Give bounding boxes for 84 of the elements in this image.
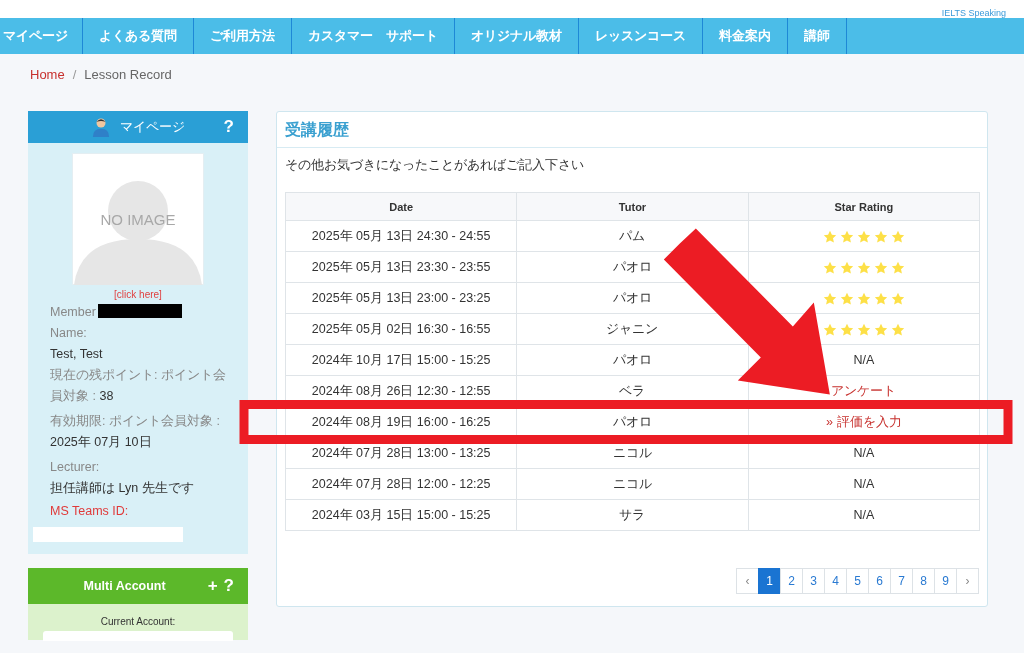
panel-title: マイページ bbox=[119, 118, 185, 136]
add-icon[interactable]: + bbox=[207, 577, 218, 595]
card-title: 受講履歴 bbox=[277, 112, 987, 148]
star-icon bbox=[839, 323, 854, 337]
star-icon bbox=[873, 230, 888, 244]
help-icon[interactable]: ? bbox=[223, 118, 234, 136]
star-icon bbox=[822, 292, 837, 306]
nav-item[interactable]: オリジナル教材 bbox=[455, 18, 579, 54]
placeholder-text: NO IMAGE bbox=[100, 210, 176, 228]
column-header: Tutor bbox=[516, 192, 749, 221]
breadcrumb-link[interactable]: Home bbox=[30, 67, 65, 82]
header-link[interactable]: IELTS Speaking bbox=[941, 8, 1006, 18]
table-cell: 2025年 05月 13日 23:30 - 23:55 bbox=[285, 251, 517, 283]
page-link[interactable]: › bbox=[956, 568, 979, 594]
info-label: Lecturer: bbox=[50, 460, 100, 474]
nav-item[interactable]: 料金案内 bbox=[703, 18, 788, 54]
star-icon bbox=[856, 292, 871, 306]
star-icon bbox=[822, 261, 837, 275]
rating-link[interactable]: アンケート bbox=[831, 383, 897, 398]
star-icon bbox=[890, 292, 905, 306]
rating-link[interactable]: » 評価を入力 bbox=[826, 414, 902, 429]
table-cell-text: N/A bbox=[853, 446, 875, 460]
star-icon bbox=[822, 323, 837, 337]
page-link[interactable]: 6 bbox=[868, 568, 891, 594]
star-icon bbox=[873, 261, 888, 275]
star-icon bbox=[856, 261, 871, 275]
info-label: Member bbox=[50, 305, 96, 319]
star-icon bbox=[873, 292, 888, 306]
star-icon bbox=[822, 230, 837, 244]
info-value: Test, Test bbox=[49, 346, 104, 363]
table-cell: 2024年 03月 15日 15:00 - 15:25 bbox=[285, 499, 517, 531]
info-value: 担任講師は Lyn 先生です bbox=[49, 480, 195, 497]
page-link[interactable]: 4 bbox=[824, 568, 847, 594]
nav-item[interactable]: 講師 bbox=[788, 18, 847, 54]
page-link[interactable]: 9 bbox=[934, 568, 957, 594]
star-icon bbox=[839, 261, 854, 275]
page-link[interactable]: ‹ bbox=[736, 568, 759, 594]
breadcrumb-current: Lesson Record bbox=[84, 67, 172, 82]
nav-item[interactable]: レッスンコース bbox=[579, 18, 703, 54]
star-icon bbox=[839, 292, 854, 306]
breadcrumb-separator: / bbox=[72, 67, 77, 82]
table-cell-text: N/A bbox=[853, 353, 875, 367]
star-icon bbox=[856, 230, 871, 244]
star-icon bbox=[873, 323, 888, 337]
table-cell: 2024年 10月 17日 15:00 - 15:25 bbox=[285, 344, 517, 376]
nav-item[interactable]: ご利用方法 bbox=[194, 18, 292, 54]
page-link[interactable]: 1 bbox=[758, 568, 781, 594]
nav-item[interactable]: よくある質問 bbox=[83, 18, 194, 54]
star-icon bbox=[890, 261, 905, 275]
info-label: Name: bbox=[50, 326, 87, 340]
table-cell: 2025年 05月 02日 16:30 - 16:55 bbox=[285, 313, 517, 345]
note-text: その他お気づきになったことがあればご記入下さい bbox=[285, 156, 585, 174]
table-cell: パオロ bbox=[516, 344, 749, 376]
page-link[interactable]: 7 bbox=[890, 568, 913, 594]
star-icon bbox=[890, 323, 905, 337]
table-cell-text: N/A bbox=[853, 477, 875, 491]
photo-link[interactable]: [click here] bbox=[28, 289, 248, 300]
help-icon[interactable]: ? bbox=[223, 577, 234, 595]
info-value: 2025年 07月 10日 bbox=[49, 434, 153, 451]
current-account-label: Current Account: bbox=[100, 616, 176, 627]
page-link[interactable]: 8 bbox=[912, 568, 935, 594]
column-header: Date bbox=[285, 192, 517, 221]
info-label: MS Teams ID: bbox=[49, 503, 130, 520]
info-label: 有効期限: ポイント会員対象 : bbox=[50, 414, 220, 428]
table-cell: ニコル bbox=[516, 468, 749, 500]
star-icon bbox=[890, 230, 905, 244]
nav-item[interactable]: マイページ bbox=[0, 18, 83, 54]
star-icon bbox=[856, 323, 871, 337]
star-icon bbox=[839, 230, 854, 244]
page-link[interactable]: 5 bbox=[846, 568, 869, 594]
table-cell: 2025年 05月 13日 23:00 - 23:25 bbox=[285, 282, 517, 314]
panel-title: Multi Account bbox=[83, 579, 166, 593]
info-text: 現在の残ポイント: ポイント会員対象 : 38 bbox=[49, 367, 227, 405]
page-link[interactable]: 2 bbox=[780, 568, 803, 594]
page-link[interactable]: 3 bbox=[802, 568, 825, 594]
table-cell: 2025年 05月 13日 24:30 - 24:55 bbox=[285, 220, 517, 252]
table-cell-text: N/A bbox=[853, 508, 875, 522]
table-cell: サラ bbox=[516, 499, 749, 531]
nav-item[interactable]: カスタマー サポート bbox=[292, 18, 455, 54]
table-cell: 2024年 07月 28日 12:00 - 12:25 bbox=[285, 468, 517, 500]
account-field[interactable] bbox=[43, 631, 233, 641]
table-cell: 2024年 08月 19日 16:00 - 16:25 bbox=[285, 406, 517, 438]
column-header: Star Rating bbox=[748, 192, 980, 221]
user-icon bbox=[91, 117, 110, 137]
